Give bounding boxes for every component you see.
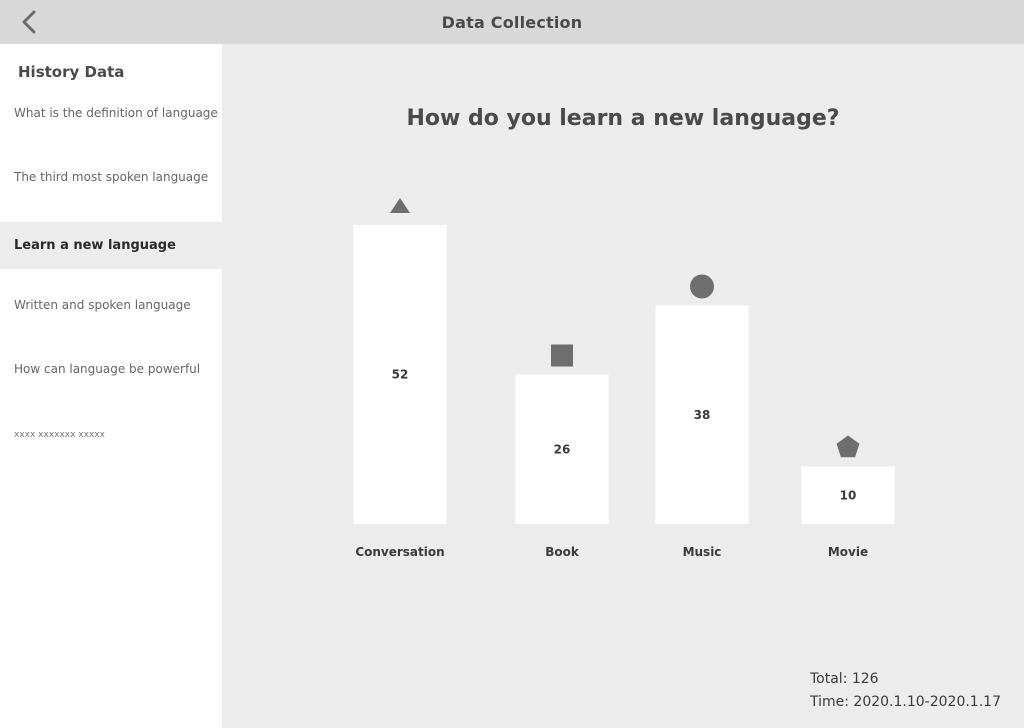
sidebar-heading: History Data [18,63,125,81]
bar-value-book: 26 [554,442,571,456]
app-root: Data Collection History Data What is the… [0,0,1024,728]
pentagon-marker-icon [836,435,860,458]
square-marker-icon [551,344,573,367]
top-bar: Data Collection [0,0,1024,44]
sidebar-item-definition[interactable]: What is the definition of language [0,86,222,150]
bar-chart: 52 Conversation 26 Book 38 Music 10 Movie [353,198,895,559]
total-label: Total: 126 [810,671,879,687]
main-panel: 52 Conversation 26 Book 38 Music 10 Movie How d… [222,44,1024,728]
bar-label-movie: Movie [828,545,868,559]
bar-value-conversation: 52 [392,368,409,382]
chevron-left-icon [22,10,36,34]
sidebar-item-third-most-spoken[interactable]: The third most spoken language [0,150,222,214]
bar-label-music: Music [683,545,722,559]
page-title: Data Collection [441,12,583,32]
time-label: Time: 2020.1.10-2020.1.17 [810,694,1001,710]
sidebar-item-language-powerful[interactable]: How can language be powerful [0,342,222,406]
question-title: How do you learn a new language? [406,106,840,131]
back-button[interactable] [14,8,44,36]
summary: Total: 126 Time: 2020.1.10-2020.1.17 [810,668,1001,714]
triangle-marker-icon [390,198,410,213]
sidebar-item-learn-new-language[interactable]: Learn a new language [0,222,222,269]
bar-value-music: 38 [694,408,711,422]
bar-label-book: Book [545,545,580,559]
sidebar-item-placeholder[interactable]: xxxx xxxxxxx xxxxx [0,406,222,470]
sidebar: History Data What is the definition of l… [0,44,222,728]
sidebar-list: What is the definition of language The t… [0,86,222,470]
sidebar-item-written-spoken[interactable]: Written and spoken language [0,278,222,342]
circle-marker-icon [690,274,714,299]
bar-value-movie: 10 [840,488,857,502]
bar-label-conversation: Conversation [355,545,444,559]
